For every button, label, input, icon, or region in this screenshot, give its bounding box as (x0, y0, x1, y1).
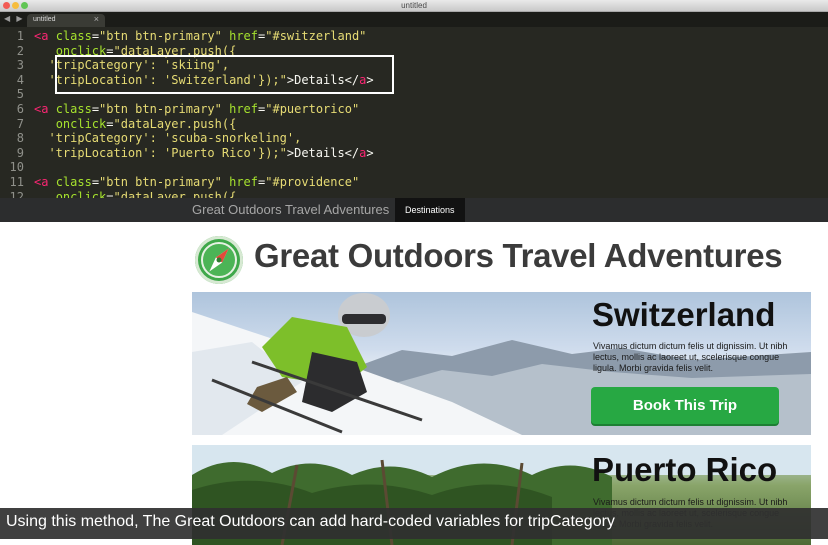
code-token: href (229, 102, 259, 116)
destination-card-switzerland: Switzerland Vivamus dictum dictum felis … (192, 292, 811, 435)
code-token: 'tripLocation': 'Puerto Rico'});" (48, 146, 287, 160)
code-token: "#switzerland" (265, 29, 367, 43)
tab-untitled[interactable]: untitled × (27, 14, 105, 27)
line-number: 12 (9, 190, 24, 198)
code-token: <a (34, 102, 49, 116)
close-icon[interactable]: × (94, 14, 99, 24)
code-line: <a class="btn btn-primary" href="#puerto… (34, 102, 359, 116)
code-token: = (106, 190, 114, 198)
line-number: 8 (16, 131, 24, 145)
card-title: Switzerland (592, 296, 776, 333)
code-line: <a class="btn btn-primary" href="#switze… (34, 29, 366, 43)
line-number: 11 (9, 175, 24, 189)
code-token: onclick (55, 117, 107, 131)
compass-logo-icon (195, 236, 243, 284)
code-token: "#providence" (265, 175, 360, 189)
video-caption-bar: Using this method, The Great Outdoors ca… (0, 508, 828, 539)
code-token: = (91, 175, 100, 189)
code-token: > (366, 146, 374, 160)
back-forward-arrows-icon[interactable]: ◀ ▶ (4, 14, 25, 23)
code-line: onclick="dataLayer.push({ (34, 117, 237, 131)
book-this-trip-button[interactable]: Book This Trip (591, 387, 779, 424)
code-token: class (55, 102, 92, 116)
line-number: 9 (16, 146, 24, 160)
code-token: "dataLayer.push({ (113, 117, 237, 131)
code-token: 'tripCategory': 'scuba-snorkeling', (48, 131, 302, 145)
line-number: 6 (16, 102, 24, 116)
line-number: 7 (16, 117, 24, 131)
code-token: "btn btn-primary" (99, 102, 222, 116)
nav-destinations-link[interactable]: Destinations (395, 198, 465, 222)
code-line: <a class="btn btn-primary" href="#provid… (34, 175, 359, 189)
site-brand-link[interactable]: Great Outdoors Travel Adventures (192, 198, 389, 222)
code-line: 'tripLocation': 'Puerto Rico'});">Detail… (34, 146, 374, 160)
highlight-box (55, 55, 394, 94)
title-bar: untitled (0, 0, 828, 12)
code-editor-window: untitled ◀ ▶ untitled × 1 <a class="btn b… (0, 0, 828, 198)
code-line: onclick="dataLayer.push({ (34, 190, 237, 198)
card-title: Puerto Rico (592, 451, 778, 488)
line-number: 1 (16, 29, 24, 43)
line-number: 10 (9, 160, 24, 174)
code-token: class (55, 175, 92, 189)
card-description: Vivamus dictum dictum felis ut dignissim… (593, 341, 788, 373)
code-token: "btn btn-primary" (99, 29, 222, 43)
code-token: href (229, 175, 259, 189)
code-token: "dataLayer.push({ (113, 190, 237, 198)
code-token: = (91, 29, 100, 43)
tab-bar: ◀ ▶ untitled × (0, 12, 828, 27)
site-navbar: Great Outdoors Travel Adventures Destina… (0, 198, 828, 222)
code-token: >Details</ (286, 146, 360, 160)
caption-text: Using this method, The Great Outdoors ca… (6, 513, 615, 530)
line-number: 5 (16, 87, 24, 101)
code-token: <a (34, 175, 49, 189)
line-number: 3 (16, 58, 24, 72)
code-token: <a (34, 29, 49, 43)
code-token: = (106, 117, 114, 131)
code-token: "btn btn-primary" (99, 175, 222, 189)
line-number: 2 (16, 44, 24, 58)
code-token: onclick (55, 190, 107, 198)
code-token: href (229, 29, 259, 43)
code-token: "#puertorico" (265, 102, 360, 116)
page-headline: Great Outdoors Travel Adventures (254, 237, 783, 274)
tab-label: untitled (33, 16, 56, 23)
line-number: 4 (16, 73, 24, 87)
code-token: = (91, 102, 100, 116)
window-title: untitled (401, 1, 427, 10)
code-token: class (55, 29, 92, 43)
code-line: 'tripCategory': 'scuba-snorkeling', (34, 131, 301, 145)
